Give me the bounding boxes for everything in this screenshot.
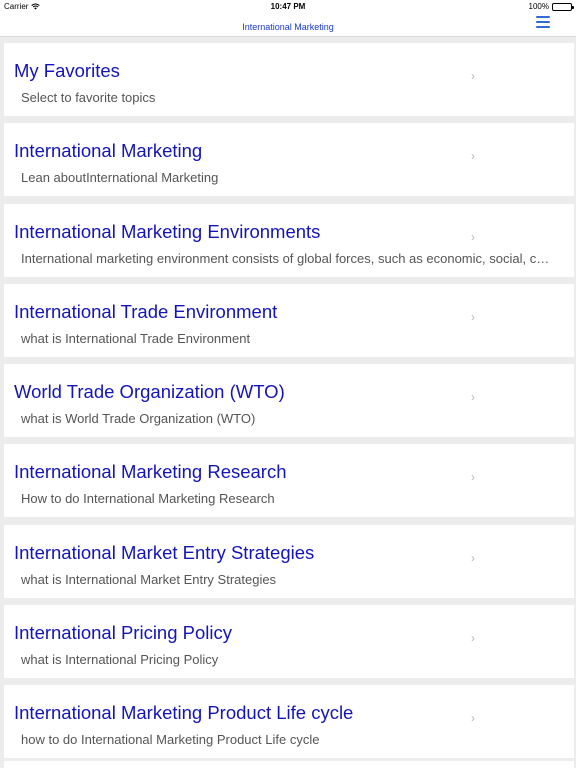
item-title: International Marketing Research <box>14 461 287 483</box>
chevron-right-icon: › <box>471 69 475 83</box>
item-subtitle: how to do International Marketing Produc… <box>21 732 320 748</box>
item-subtitle: How to do International Marketing Resear… <box>21 491 275 507</box>
page-title: International Marketing <box>242 22 334 32</box>
item-title: My Favorites <box>14 60 120 81</box>
list-item[interactable]: International Pricing Policy what is Int… <box>4 605 574 679</box>
item-subtitle: Lean aboutInternational Marketing <box>21 170 219 186</box>
clock: 10:47 PM <box>270 2 306 11</box>
item-title: International Market Entry Strategies <box>14 541 315 563</box>
item-title: International Pricing Policy <box>14 622 232 644</box>
chevron-right-icon: › <box>471 631 475 646</box>
list-item[interactable]: World Trade Organization (WTO) what is W… <box>4 364 574 438</box>
item-title: International Marketing <box>14 140 203 162</box>
chevron-right-icon: › <box>471 550 475 565</box>
item-subtitle: what is International Market Entry Strat… <box>21 571 277 587</box>
chevron-right-icon: › <box>471 149 475 164</box>
chevron-right-icon: › <box>471 390 475 405</box>
list-item[interactable]: International Marketing Research How to … <box>4 444 574 518</box>
hamburger-menu-icon[interactable] <box>536 16 550 28</box>
navigation-bar: International Marketing <box>0 13 576 37</box>
item-title: International Marketing Product Life cyc… <box>14 702 354 724</box>
list-item[interactable]: International Marketing Environments Int… <box>4 203 574 277</box>
battery-indicator: 100% <box>528 2 574 11</box>
list-item[interactable]: International Trade Environment what is … <box>4 283 574 357</box>
battery-percent: 100% <box>528 2 549 11</box>
list-item[interactable]: International Market Entry Strategies wh… <box>4 524 574 598</box>
item-subtitle: what is International Trade Environment <box>21 330 251 346</box>
chevron-right-icon: › <box>471 229 475 244</box>
chevron-right-icon: › <box>471 711 475 726</box>
list-item[interactable]: International Marketing Lean aboutIntern… <box>4 123 574 197</box>
list-item[interactable]: International Marketing Product Life cyc… <box>4 685 574 759</box>
item-subtitle: International marketing environment cons… <box>21 250 556 266</box>
chevron-right-icon: › <box>471 309 475 324</box>
item-subtitle: what is International Pricing Policy <box>21 652 219 668</box>
battery-icon <box>552 2 574 11</box>
item-title: World Trade Organization (WTO) <box>14 381 285 403</box>
item-subtitle: Select to favorite topics <box>21 90 156 105</box>
item-title: International Marketing Environments <box>14 220 321 242</box>
item-subtitle: what is World Trade Organization (WTO) <box>21 411 256 427</box>
topic-list: My Favorites Select to favorite topics ›… <box>4 43 574 766</box>
chevron-right-icon: › <box>471 470 475 485</box>
list-item[interactable]: My Favorites Select to favorite topics › <box>4 43 574 116</box>
status-bar: Carrier 10:47 PM 100% <box>0 0 576 13</box>
list-item-partial[interactable] <box>4 761 574 768</box>
item-title: International Trade Environment <box>14 300 278 322</box>
